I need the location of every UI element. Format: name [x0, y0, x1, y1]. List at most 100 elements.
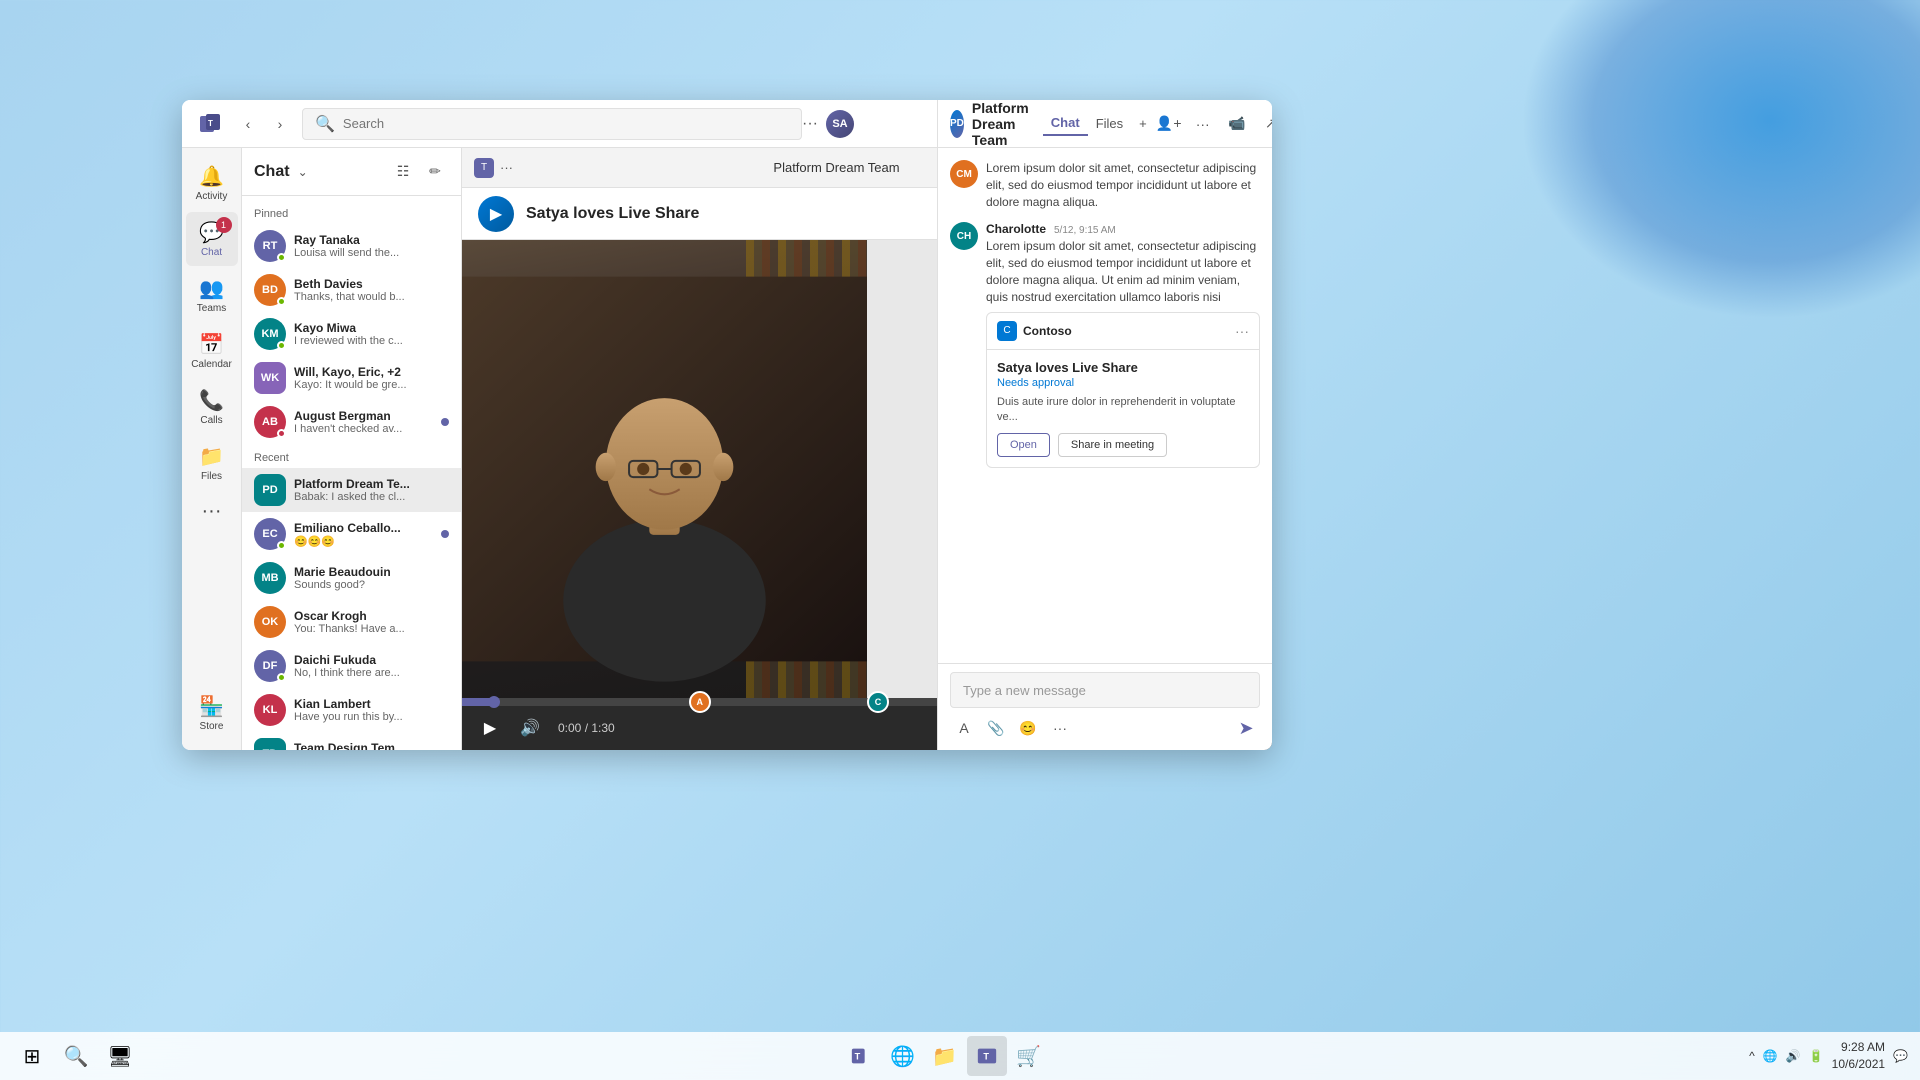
contact-name: August Bergman	[294, 409, 437, 423]
volume-button[interactable]: 🔊	[514, 712, 546, 744]
pinned-label: Pinned	[242, 200, 461, 224]
format-button[interactable]: A	[950, 714, 978, 742]
sidebar-item-store[interactable]: 🏪 Store	[186, 686, 238, 740]
chat-badge: 1	[216, 217, 232, 233]
list-item[interactable]: OK Oscar Krogh You: Thanks! Have a...	[242, 600, 461, 644]
sidebar-item-calls[interactable]: 📞 Calls	[186, 380, 238, 434]
open-button[interactable]: Open	[997, 433, 1050, 457]
contact-name: Daichi Fukuda	[294, 653, 449, 667]
calls-icon: 📞	[199, 388, 224, 413]
list-item[interactable]: AB August Bergman I haven't checked av..…	[242, 400, 461, 444]
back-button[interactable]: ‹	[234, 110, 262, 138]
chat-dropdown-icon[interactable]: ⌄	[298, 165, 308, 179]
avatar: MB	[254, 562, 286, 594]
chat-preview: Thanks, that would b...	[294, 291, 449, 303]
user-avatar[interactable]: SA	[826, 110, 854, 138]
chat-info: Ray Tanaka Louisa will send the...	[294, 233, 449, 259]
sidebar-item-label: Activity	[196, 191, 228, 202]
card-description: Duis aute irure dolor in reprehenderit i…	[997, 395, 1249, 426]
taskbar-edge-icon[interactable]: 🌐	[883, 1036, 923, 1076]
search-taskbar-button[interactable]: 🔍	[56, 1036, 96, 1076]
satya-video-feed	[462, 240, 867, 698]
search-input[interactable]	[343, 116, 789, 131]
list-item[interactable]: EC Emiliano Ceballo... 😊😊😊	[242, 512, 461, 556]
chat-info: Kian Lambert Have you run this by...	[294, 697, 449, 723]
emoji-button[interactable]: 😊	[1014, 714, 1042, 742]
taskbar-time: 9:28 AM 10/6/2021	[1832, 1039, 1885, 1073]
progress-handle[interactable]	[488, 696, 500, 708]
unread-badge	[441, 418, 449, 426]
volume-icon[interactable]: 🔊	[1786, 1049, 1801, 1063]
list-item[interactable]: KL Kian Lambert Have you run this by...	[242, 688, 461, 732]
card-actions: Open Share in meeting	[997, 433, 1249, 457]
message-text: Lorem ipsum dolor sit amet, consectetur …	[986, 160, 1260, 210]
sidebar-item-label: Chat	[201, 247, 222, 258]
files-icon: 📁	[199, 444, 224, 469]
search-bar[interactable]: 🔍	[302, 108, 802, 140]
list-item[interactable]: WK Will, Kayo, Eric, +2 Kayo: It would b…	[242, 356, 461, 400]
sidebar-item-files[interactable]: 📁 Files	[186, 436, 238, 490]
chat-info: Daichi Fukuda No, I think there are...	[294, 653, 449, 679]
card-subtitle: Needs approval	[997, 377, 1249, 389]
attach-button[interactable]: 📎	[982, 714, 1010, 742]
share-in-meeting-button[interactable]: Share in meeting	[1058, 433, 1167, 457]
calendar-icon: 📅	[199, 332, 224, 357]
chat-list: Pinned RT Ray Tanaka Louisa will send th…	[242, 196, 461, 750]
more-options-icon[interactable]: ···	[802, 115, 818, 133]
card-provider-icon: C	[997, 321, 1017, 341]
window-header-dots[interactable]: ···	[500, 160, 513, 175]
sidebar-item-label: Files	[201, 471, 222, 482]
system-tray-expand[interactable]: ^	[1749, 1049, 1755, 1063]
taskbar-teams-app-icon[interactable]: T	[967, 1036, 1007, 1076]
contact-name: Will, Kayo, Eric, +2	[294, 365, 449, 379]
taskbar-explorer-icon[interactable]: 📁	[925, 1036, 965, 1076]
avatar: CH	[950, 222, 978, 250]
contact-name: Oscar Krogh	[294, 609, 449, 623]
chat-info: Platform Dream Te... Babak: I asked the …	[294, 477, 449, 503]
filter-button[interactable]: ☷	[389, 158, 417, 186]
sidebar-item-calendar[interactable]: 📅 Calendar	[186, 324, 238, 378]
compose-button[interactable]: ✏	[421, 158, 449, 186]
send-button[interactable]: ➤	[1232, 714, 1260, 742]
avatar: BD	[254, 274, 286, 306]
taskbar-teams-icon[interactable]: T	[841, 1036, 881, 1076]
video-title: Satya loves Live Share	[526, 205, 699, 223]
contact-name: Emiliano Ceballo...	[294, 521, 437, 535]
more-actions-button[interactable]: ···	[1046, 714, 1074, 742]
table-row: CH Charolotte 5/12, 9:15 AM Lorem ipsum …	[950, 222, 1260, 468]
video-channel-icon: ▶	[478, 196, 514, 232]
card-more-icon[interactable]: ···	[1235, 323, 1249, 339]
contact-name: Kian Lambert	[294, 697, 449, 711]
list-item[interactable]: PD Platform Dream Te... Babak: I asked t…	[242, 468, 461, 512]
list-item[interactable]: TD Team Design Tem... Reta: Let's set up…	[242, 732, 461, 750]
taskbar-store-icon[interactable]: 🛒	[1009, 1036, 1049, 1076]
list-item[interactable]: RT Ray Tanaka Louisa will send the...	[242, 224, 461, 268]
list-item[interactable]: MB Marie Beaudouin Sounds good?	[242, 556, 461, 600]
list-item[interactable]: DF Daichi Fukuda No, I think there are..…	[242, 644, 461, 688]
message-header: Charolotte 5/12, 9:15 AM	[986, 222, 1260, 236]
presenter-figure	[462, 240, 867, 698]
svg-text:T: T	[854, 1052, 860, 1062]
chat-preview: Kayo: It would be gre...	[294, 379, 449, 391]
sidebar-item-teams[interactable]: 👥 Teams	[186, 268, 238, 322]
start-button[interactable]: ⊞	[12, 1036, 52, 1076]
list-item[interactable]: BD Beth Davies Thanks, that would b...	[242, 268, 461, 312]
task-view-button[interactable]: 🖥	[100, 1036, 140, 1076]
sidebar-item-label: Calls	[200, 415, 222, 426]
avatar: DF	[254, 650, 286, 682]
content-area: 🔔 Activity 1 💬 Chat 👥 Teams 📅 Calendar 📞…	[182, 148, 1272, 750]
notification-button[interactable]: 💬	[1893, 1049, 1908, 1063]
avatar: TD	[254, 738, 286, 750]
forward-button[interactable]: ›	[266, 110, 294, 138]
sidebar-item-chat[interactable]: 1 💬 Chat	[186, 212, 238, 266]
sidebar-item-label: Store	[200, 721, 224, 732]
nav-buttons: ‹ ›	[234, 110, 294, 138]
sidebar-item-activity[interactable]: 🔔 Activity	[186, 156, 238, 210]
timeline-marker-2: C	[867, 691, 889, 713]
message-input[interactable]: Type a new message	[950, 672, 1260, 708]
play-button[interactable]: ▶	[474, 712, 506, 744]
list-item[interactable]: KM Kayo Miwa I reviewed with the c...	[242, 312, 461, 356]
sidebar-item-more[interactable]: ···	[186, 492, 238, 531]
message-content: Charolotte 5/12, 9:15 AM Lorem ipsum dol…	[986, 222, 1260, 468]
teams-mini-icon: T	[474, 158, 494, 178]
